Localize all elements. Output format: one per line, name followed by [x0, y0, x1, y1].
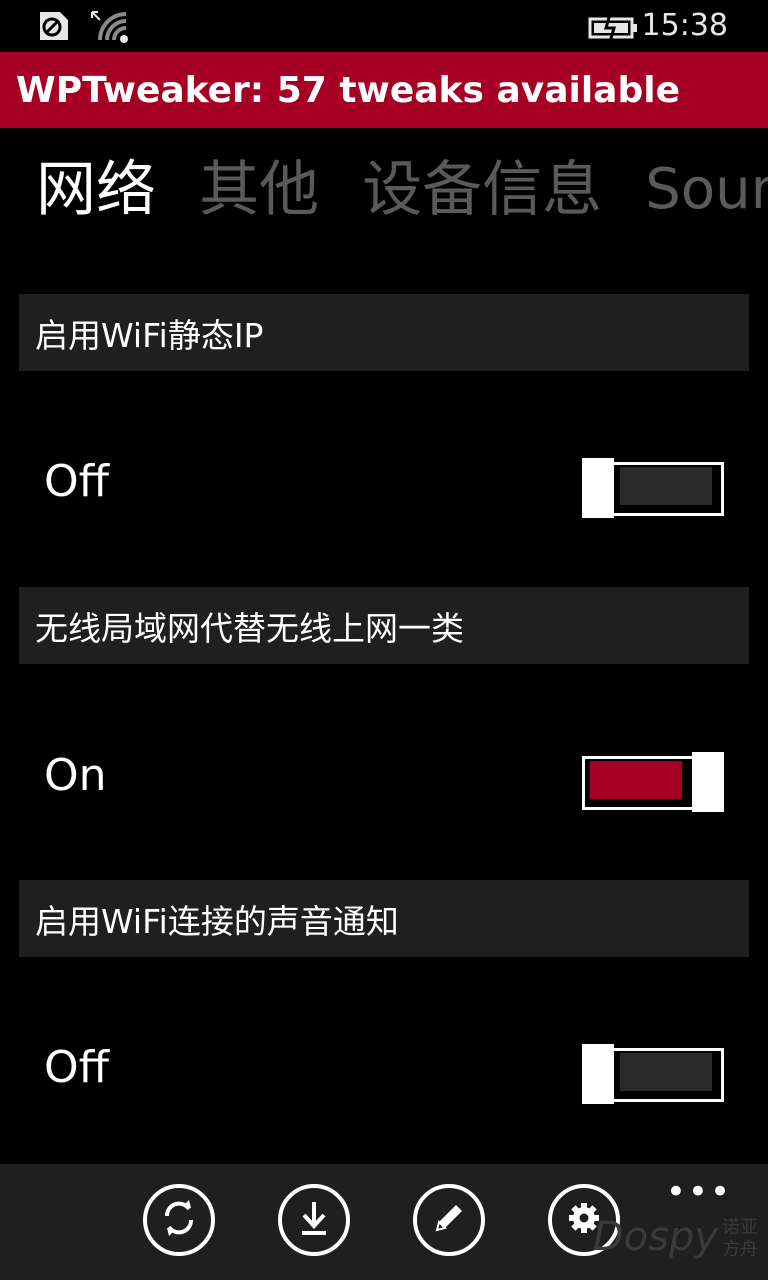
- toggle-state-label: Off: [44, 456, 109, 507]
- app-bar: ••• Dospy 诺亚 方舟: [0, 1164, 768, 1280]
- refresh-button[interactable]: [143, 1184, 215, 1256]
- watermark-cn-bottom: 方舟: [722, 1239, 758, 1260]
- edit-button[interactable]: [413, 1184, 485, 1256]
- setting-label: 启用WiFi静态IP: [35, 315, 264, 355]
- toggle-state-label: On: [44, 750, 107, 801]
- watermark-cn-top: 诺亚: [722, 1217, 758, 1238]
- pivot-header: 网络 其他 设备信息 Sounds: [36, 150, 768, 230]
- status-bar: 15:38: [0, 0, 768, 52]
- pivot-tab-device-info[interactable]: 设备信息: [362, 150, 602, 230]
- wifi-sound-notify-toggle[interactable]: [582, 1044, 724, 1104]
- watermark-cn: 诺亚 方舟: [722, 1217, 758, 1261]
- watermark: Dospy 诺亚 方舟: [593, 1214, 758, 1261]
- setting-header-wifi-sound-notify: 启用WiFi连接的声音通知: [19, 880, 749, 957]
- toggle-thumb[interactable]: [582, 458, 614, 518]
- clock: 15:38: [641, 8, 728, 43]
- setting-row-wifi-sound-notify: Off: [0, 1018, 768, 1118]
- download-button[interactable]: [278, 1184, 350, 1256]
- setting-header-wlan-instead: 无线局域网代替无线上网一类: [19, 587, 749, 664]
- app-title: WPTweaker: 57 tweaks available: [16, 69, 680, 111]
- refresh-icon: [159, 1198, 199, 1242]
- toggle-state-label: Off: [44, 1042, 109, 1093]
- setting-header-wifi-static-ip: 启用WiFi静态IP: [19, 294, 749, 371]
- setting-row-wlan-instead: On: [0, 726, 768, 826]
- status-icons-left: [36, 10, 130, 48]
- setting-row-wifi-static-ip: Off: [0, 432, 768, 532]
- battery-icon: [588, 13, 640, 46]
- toggle-thumb[interactable]: [692, 752, 724, 812]
- watermark-text: Dospy: [592, 1214, 718, 1260]
- toggle-fill: [620, 1053, 712, 1091]
- more-options-button[interactable]: •••: [666, 1172, 732, 1212]
- pivot-tab-sounds[interactable]: Sounds: [645, 150, 768, 230]
- toggle-fill: [590, 761, 682, 799]
- setting-label: 无线局域网代替无线上网一类: [35, 608, 464, 648]
- wifi-static-ip-toggle[interactable]: [582, 458, 724, 518]
- wifi-icon: [90, 10, 130, 48]
- toggle-thumb[interactable]: [582, 1044, 614, 1104]
- app-banner: WPTweaker: 57 tweaks available: [0, 52, 768, 128]
- signal-indicator-icon: [36, 10, 70, 48]
- setting-label: 启用WiFi连接的声音通知: [35, 901, 399, 941]
- download-icon: [294, 1198, 334, 1242]
- wlan-instead-toggle[interactable]: [582, 752, 724, 812]
- edit-icon: [429, 1198, 469, 1242]
- pivot-tab-other[interactable]: 其他: [199, 150, 319, 230]
- toggle-fill: [620, 467, 712, 505]
- pivot-tab-network[interactable]: 网络: [36, 150, 156, 230]
